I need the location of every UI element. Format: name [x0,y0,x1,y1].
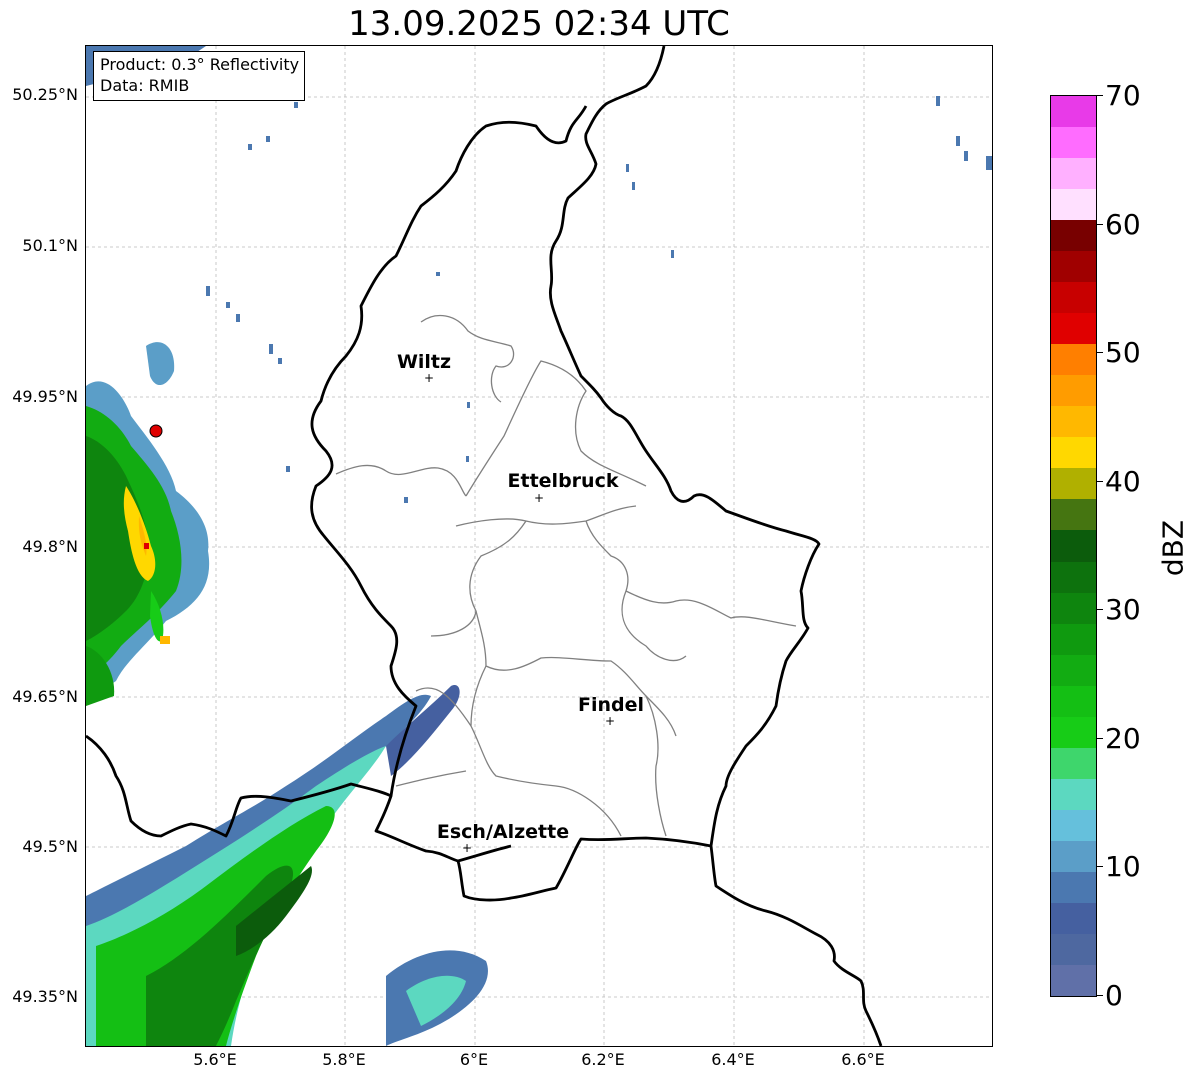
colorbar-segment [1051,189,1096,221]
lon-label-5.6: 5.6°E [193,1050,237,1069]
colorbar-segment [1051,220,1096,252]
product-label: Product: 0.3° Reflectivity [100,55,300,74]
location-marker[interactable] [149,424,163,438]
colorbar-segment [1051,499,1096,532]
colorbar-segment [1051,902,1096,935]
city-label-esch-alzette: Esch/Alzette [436,821,570,843]
lat-label-50.25: 50.25°N [12,85,78,104]
colorbar-segment [1051,437,1096,469]
colorbar-segment [1051,592,1096,625]
radar-map[interactable] [85,45,993,1047]
colorbar-label-60: 60 [1105,208,1141,241]
colorbar-segment [1051,933,1096,966]
colorbar-segment [1051,840,1096,873]
colorbar-segment [1051,809,1096,842]
lat-label-49.8: 49.8°N [22,537,78,556]
colorbar-segment [1051,251,1096,283]
precipitation-echoes-sw [86,685,488,1046]
colorbar-label-40: 40 [1105,465,1141,498]
colorbar-segment [1051,530,1096,563]
city-marker-wiltz: + [423,371,435,385]
city-label-ettelbruck: Ettelbruck [507,470,619,492]
colorbar-label-70: 70 [1105,79,1141,112]
lat-label-49.35: 49.35°N [12,987,78,1006]
colorbar-segment [1051,561,1096,594]
precipitation-specks [206,96,992,503]
lon-label-6.4: 6.4°E [711,1050,755,1069]
lat-label-49.95: 49.95°N [12,387,78,406]
lat-label-49.5: 49.5°N [22,837,78,856]
colorbar-segment [1051,96,1096,128]
colorbar-segment [1051,654,1096,687]
colorbar-segment [1051,344,1096,376]
lon-label-6: 6°E [459,1050,489,1069]
dbz-colorbar [1050,95,1097,997]
city-label-wiltz: Wiltz [396,351,452,373]
colorbar-segment [1051,747,1096,780]
lon-label-5.8: 5.8°E [322,1050,366,1069]
colorbar-segment [1051,964,1096,996]
data-source-label: Data: RMIB [100,76,190,95]
lat-label-49.65: 49.65°N [12,687,78,706]
colorbar-segment [1051,375,1096,407]
colorbar-label-20: 20 [1105,722,1141,755]
precipitation-echoes-nw [86,46,210,706]
colorbar-segment [1051,313,1096,345]
city-marker-ettelbruck: + [533,491,545,505]
colorbar-segment [1051,778,1096,811]
colorbar-label-50: 50 [1105,336,1141,369]
colorbar-unit-label: dBZ [1156,519,1184,577]
colorbar-segment [1051,871,1096,904]
colorbar-segment [1051,406,1096,438]
lat-label-50.1: 50.1°N [22,236,78,255]
colorbar-segment [1051,685,1096,718]
city-label-findel: Findel [577,694,645,716]
city-marker-findel: + [604,714,616,728]
colorbar-segment [1051,158,1096,190]
colorbar-segment [1051,716,1096,749]
map-title: 13.09.2025 02:34 UTC [348,4,730,44]
lon-label-6.6: 6.6°E [841,1050,885,1069]
city-marker-esch-alzette: + [461,841,473,855]
colorbar-label-10: 10 [1105,850,1141,883]
lon-label-6.2: 6.2°E [581,1050,625,1069]
radar-map-canvas [86,46,992,1046]
colorbar-segment [1051,623,1096,656]
colorbar-label-30: 30 [1105,593,1141,626]
colorbar-segment [1051,127,1096,159]
colorbar-segment [1051,282,1096,314]
product-info-box: Product: 0.3° Reflectivity Data: RMIB [93,51,306,101]
colorbar-segment [1051,468,1096,501]
colorbar-label-0: 0 [1105,979,1123,1012]
